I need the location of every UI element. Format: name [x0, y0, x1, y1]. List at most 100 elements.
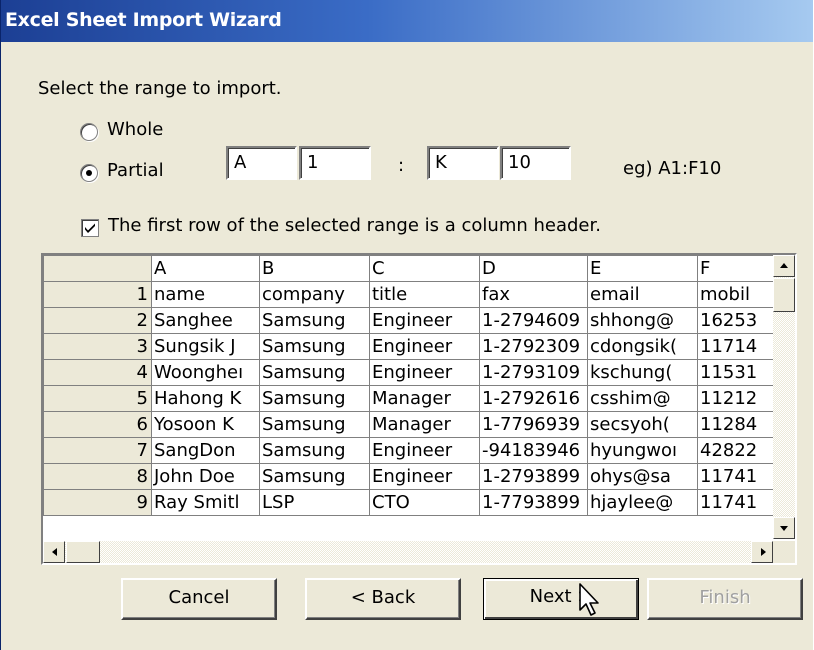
table-cell[interactable]: 1-2793899 [479, 463, 588, 490]
table-cell[interactable]: name [151, 281, 260, 308]
whole-label[interactable]: Whole [107, 119, 163, 140]
vertical-scroll-thumb[interactable] [773, 278, 795, 312]
row-number[interactable]: 8 [43, 463, 152, 490]
column-header[interactable]: E [587, 255, 698, 282]
window-title: Excel Sheet Import Wizard [5, 9, 282, 31]
column-header[interactable]: B [259, 255, 370, 282]
table-cell[interactable]: Samsung [259, 307, 370, 334]
table-cell[interactable]: cdongsik( [587, 333, 698, 360]
table-cell[interactable]: hyungwoı [587, 437, 698, 464]
row-number[interactable]: 7 [43, 437, 152, 464]
table-cell[interactable]: Samsung [259, 411, 370, 438]
table-row: 8 John Doe Samsung Engineer 1-2793899 oh… [43, 463, 788, 490]
end-row-input[interactable]: 10 [500, 146, 571, 180]
table-cell[interactable]: csshim@ [587, 385, 698, 412]
end-column-input[interactable]: K [427, 146, 499, 180]
scroll-up-button[interactable] [773, 255, 795, 277]
column-header[interactable]: C [369, 255, 480, 282]
table-cell[interactable]: Woongheı [151, 359, 260, 386]
table-cell[interactable]: company [259, 281, 370, 308]
table-cell[interactable]: Hahong K [151, 385, 260, 412]
grid-corner[interactable] [43, 255, 152, 282]
table-cell[interactable]: Yosoon K [151, 411, 260, 438]
table-cell[interactable]: Samsung [259, 359, 370, 386]
table-cell[interactable]: hjaylee@ [587, 489, 698, 516]
range-example: eg) A1:F10 [623, 158, 722, 179]
table-cell[interactable]: secsyoh( [587, 411, 698, 438]
partial-label[interactable]: Partial [107, 160, 164, 181]
table-cell[interactable]: Sungsik J [151, 333, 260, 360]
table-cell[interactable]: 1-2793109 [479, 359, 588, 386]
arrow-up-icon [780, 263, 788, 268]
column-header-label[interactable]: The first row of the selected range is a… [108, 215, 601, 236]
table-cell[interactable]: Sanghee [151, 307, 260, 334]
table-row: 1 name company title fax email mobil [43, 281, 788, 308]
horizontal-scrollbar[interactable] [43, 541, 773, 563]
table-cell[interactable]: Engineer [369, 307, 480, 334]
start-row-input[interactable]: 1 [299, 146, 371, 180]
table-cell[interactable]: SangDon [151, 437, 260, 464]
vertical-scrollbar[interactable] [773, 255, 795, 539]
table-row: 4 Woongheı Samsung Engineer 1-2793109 ks… [43, 359, 788, 386]
table-cell[interactable]: 1-7793899 [479, 489, 588, 516]
table-cell[interactable]: 1-2792309 [479, 333, 588, 360]
column-header[interactable]: D [479, 255, 588, 282]
table-cell[interactable]: CTO [369, 489, 480, 516]
table-cell[interactable]: LSP [259, 489, 370, 516]
table-cell[interactable]: Engineer [369, 359, 480, 386]
instruction-text: Select the range to import. [38, 78, 282, 99]
preview-table: A B C D E F 1 name company title fax ema… [43, 255, 788, 516]
table-cell[interactable]: Ray Smitl [151, 489, 260, 516]
scrollbar-corner [773, 541, 795, 563]
whole-radio[interactable] [80, 123, 98, 141]
preview-grid: A B C D E F 1 name company title fax ema… [41, 253, 797, 565]
table-cell[interactable]: 1-2794609 [479, 307, 588, 334]
table-cell[interactable]: 1-7796939 [479, 411, 588, 438]
table-cell[interactable]: email [587, 281, 698, 308]
table-cell[interactable]: -94183946 [479, 437, 588, 464]
column-header-checkbox[interactable] [81, 219, 99, 237]
row-number[interactable]: 1 [43, 281, 152, 308]
row-number[interactable]: 9 [43, 489, 152, 516]
arrow-down-icon [780, 526, 788, 531]
table-cell[interactable]: Samsung [259, 385, 370, 412]
row-number[interactable]: 2 [43, 307, 152, 334]
horizontal-scroll-thumb[interactable] [66, 541, 100, 563]
table-cell[interactable]: Engineer [369, 333, 480, 360]
table-cell[interactable]: Manager [369, 385, 480, 412]
table-cell[interactable]: ohys@sa [587, 463, 698, 490]
table-row: 3 Sungsik J Samsung Engineer 1-2792309 c… [43, 333, 788, 360]
table-cell[interactable]: shhong@ [587, 307, 698, 334]
partial-radio[interactable] [80, 164, 98, 182]
table-row: 7 SangDon Samsung Engineer -94183946 hyu… [43, 437, 788, 464]
table-cell[interactable]: John Doe [151, 463, 260, 490]
table-cell[interactable]: Engineer [369, 463, 480, 490]
scroll-left-button[interactable] [43, 541, 65, 563]
table-cell[interactable]: Samsung [259, 437, 370, 464]
table-cell[interactable]: fax [479, 281, 588, 308]
finish-button: Finish [647, 578, 803, 620]
table-cell[interactable]: 1-2792616 [479, 385, 588, 412]
row-number[interactable]: 6 [43, 411, 152, 438]
row-number[interactable]: 3 [43, 333, 152, 360]
table-cell[interactable]: Samsung [259, 463, 370, 490]
checkmark-icon [85, 223, 95, 233]
scroll-down-button[interactable] [773, 517, 795, 539]
range-separator: : [398, 155, 405, 176]
table-cell[interactable]: Samsung [259, 333, 370, 360]
arrow-left-icon [52, 548, 57, 556]
scroll-right-button[interactable] [751, 541, 773, 563]
table-cell[interactable]: Manager [369, 411, 480, 438]
table-cell[interactable]: kschung( [587, 359, 698, 386]
table-cell[interactable]: title [369, 281, 480, 308]
row-number[interactable]: 5 [43, 385, 152, 412]
column-header[interactable]: A [151, 255, 260, 282]
next-button[interactable]: Next > [483, 578, 639, 620]
start-column-input[interactable]: A [226, 146, 297, 180]
title-bar[interactable]: Excel Sheet Import Wizard [1, 0, 813, 42]
back-button[interactable]: < Back [305, 578, 461, 620]
table-cell[interactable]: Engineer [369, 437, 480, 464]
row-number[interactable]: 4 [43, 359, 152, 386]
cancel-button[interactable]: Cancel [121, 578, 277, 620]
table-row: 5 Hahong K Samsung Manager 1-2792616 css… [43, 385, 788, 412]
